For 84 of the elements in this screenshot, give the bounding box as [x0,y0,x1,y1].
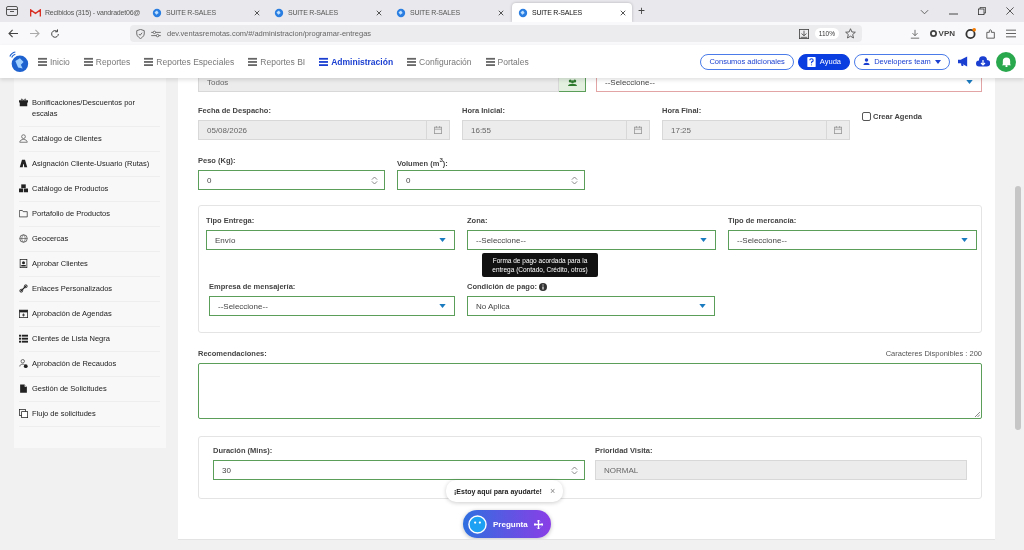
globe-icon [152,7,162,18]
cloud-download-icon[interactable] [976,56,990,67]
vpn-dot-icon [929,30,937,37]
caret-icon [699,304,706,308]
caret-icon [961,238,968,242]
user-icon [863,58,870,65]
dropdown[interactable]: Envío [206,230,455,250]
download-icon[interactable] [909,28,920,39]
number-field[interactable]: 30 [213,460,585,480]
dropdown[interactable]: --Seleccione-- [728,230,977,250]
globe-logo[interactable] [8,50,30,73]
globe-icon [19,234,28,243]
client-picker-button[interactable] [559,78,586,92]
vpn-button[interactable]: VPN [929,29,955,38]
menu-item-icon [319,57,329,66]
puzzle-icon[interactable] [986,28,996,39]
dropdown[interactable]: --Seleccione-- [596,78,982,92]
nav-link[interactable]: Configuración [407,56,472,67]
nav-link[interactable]: Reportes BI [248,56,306,67]
calendar-icon [19,309,28,318]
dropdown[interactable]: --Seleccione-- [467,230,716,250]
number-field[interactable]: 0 [198,170,385,190]
menu-item-icon [38,57,47,66]
dropdown[interactable]: No Aplica [467,296,715,316]
extension-badge-icon[interactable] [965,28,976,39]
caret-icon [700,238,707,242]
tab-list-icon[interactable] [6,6,18,16]
users-icon [567,78,577,86]
star-icon[interactable] [845,28,856,39]
move-icon [533,519,543,529]
person-icon [19,134,28,143]
caret-icon [439,304,446,308]
copy-icon [19,409,28,418]
close-button[interactable]: × [549,486,556,496]
caret-icon [935,59,941,64]
number-field[interactable]: 0 [397,170,585,190]
gift-icon [19,98,28,107]
new-tab-button[interactable]: + [638,4,645,18]
close-icon[interactable] [1006,7,1014,15]
notifications-button[interactable] [996,51,1016,72]
globe-icon [396,7,406,18]
bell-icon [1000,56,1012,67]
link-icon [19,284,28,293]
reload-icon[interactable] [50,28,60,39]
robot-icon [468,514,487,534]
nav-link[interactable]: Portales [485,56,529,67]
document-icon [19,384,28,393]
caret-icon [439,238,446,242]
menu-item-icon [248,57,258,66]
ask-button[interactable]: Pregunta [463,510,551,538]
cubes-icon [19,184,28,193]
recommendations-textarea[interactable] [198,363,982,419]
menu-icon[interactable] [1006,29,1016,38]
list-icon [19,334,28,343]
download-page-icon[interactable] [798,28,809,39]
info-icon[interactable] [539,283,547,291]
person-coin-icon [19,359,28,368]
nav-link[interactable]: Inicio [38,56,70,67]
back-icon[interactable] [8,29,19,38]
nav-link[interactable]: Reportes Especiales [144,56,235,67]
dropdown[interactable]: --Seleccione-- [209,296,455,316]
folder-icon [19,209,28,218]
menu-item-icon [407,57,417,66]
menu-item-icon [144,57,154,66]
help-icon [806,56,816,67]
chevron-down-icon[interactable] [920,9,929,15]
caret-icon [966,80,973,84]
close-icon[interactable] [498,9,504,16]
restore-icon[interactable] [978,7,986,15]
mail-icon [30,8,41,17]
megaphone-icon[interactable] [957,56,970,67]
sliders-icon [151,29,161,38]
menu-item-icon [83,57,93,66]
globe-icon [274,7,284,18]
close-icon[interactable] [376,9,382,16]
nav-link[interactable]: Administración [319,56,394,67]
resize-grip-icon[interactable] [974,411,980,417]
shield-icon [136,28,145,39]
contact-card-icon [19,259,28,268]
nav-link[interactable]: Reportes [83,56,131,67]
close-icon[interactable] [620,9,626,16]
close-icon[interactable] [254,9,260,16]
menu-item-icon [485,57,495,66]
globe-icon [518,7,528,18]
